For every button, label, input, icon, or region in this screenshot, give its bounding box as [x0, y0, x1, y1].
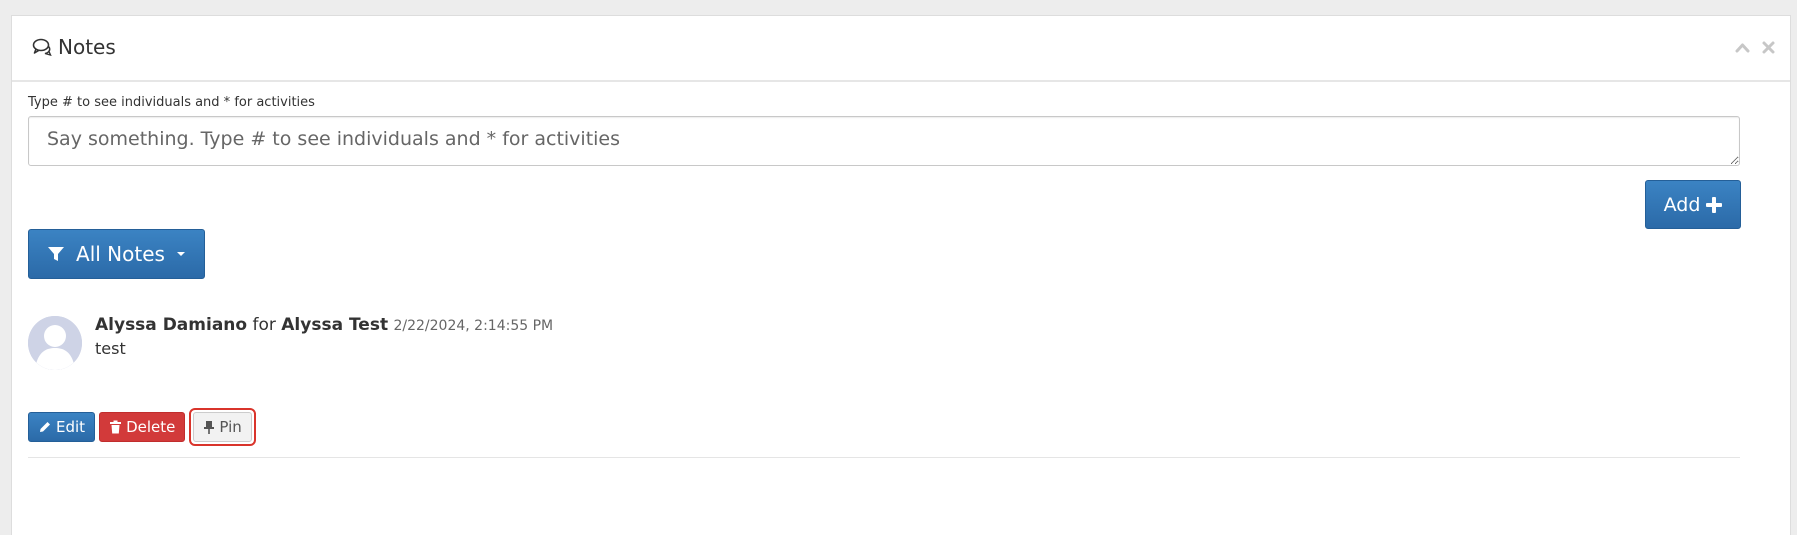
comments-icon — [32, 38, 54, 56]
panel-tools — [1735, 40, 1776, 55]
pin-note-button[interactable]: Pin — [193, 412, 252, 442]
close-icon[interactable] — [1761, 40, 1776, 55]
panel-title: Notes — [32, 35, 116, 59]
caret-down-icon — [176, 250, 186, 258]
note-meta: Alyssa Damiano for Alyssa Test 2/22/2024… — [95, 315, 553, 335]
delete-note-button[interactable]: Delete — [99, 412, 186, 442]
note-input[interactable] — [28, 116, 1740, 166]
note-item: Alyssa Damiano for Alyssa Test 2/22/2024… — [28, 312, 1740, 462]
pencil-icon — [38, 420, 52, 434]
plus-icon — [1706, 196, 1723, 213]
composer-label: Type # to see individuals and * for acti… — [28, 95, 315, 110]
delete-label: Delete — [126, 418, 176, 436]
avatar — [28, 316, 82, 370]
note-author[interactable]: Alyssa Damiano — [95, 315, 247, 335]
note-body: test — [95, 339, 126, 358]
note-subject[interactable]: Alyssa Test — [281, 315, 388, 335]
chevron-up-icon[interactable] — [1735, 40, 1750, 55]
thumbtack-icon — [203, 420, 215, 434]
filter-label: All Notes — [76, 242, 165, 266]
pin-highlight: Pin — [189, 408, 256, 446]
panel-title-text: Notes — [58, 35, 116, 59]
filter-icon — [47, 245, 65, 263]
trash-icon — [109, 420, 122, 434]
note-connector: for — [252, 315, 276, 335]
edit-note-button[interactable]: Edit — [28, 412, 96, 442]
panel-header: Notes — [12, 16, 1790, 82]
note-actions: Edit Delete Pin — [28, 408, 256, 446]
pin-label: Pin — [219, 418, 242, 436]
note-timestamp: 2/22/2024, 2:14:55 PM — [393, 318, 554, 334]
notes-filter-dropdown[interactable]: All Notes — [28, 229, 205, 279]
add-note-button[interactable]: Add — [1645, 180, 1741, 229]
add-button-label: Add — [1663, 193, 1701, 216]
edit-label: Edit — [56, 418, 86, 436]
note-divider — [28, 457, 1740, 458]
